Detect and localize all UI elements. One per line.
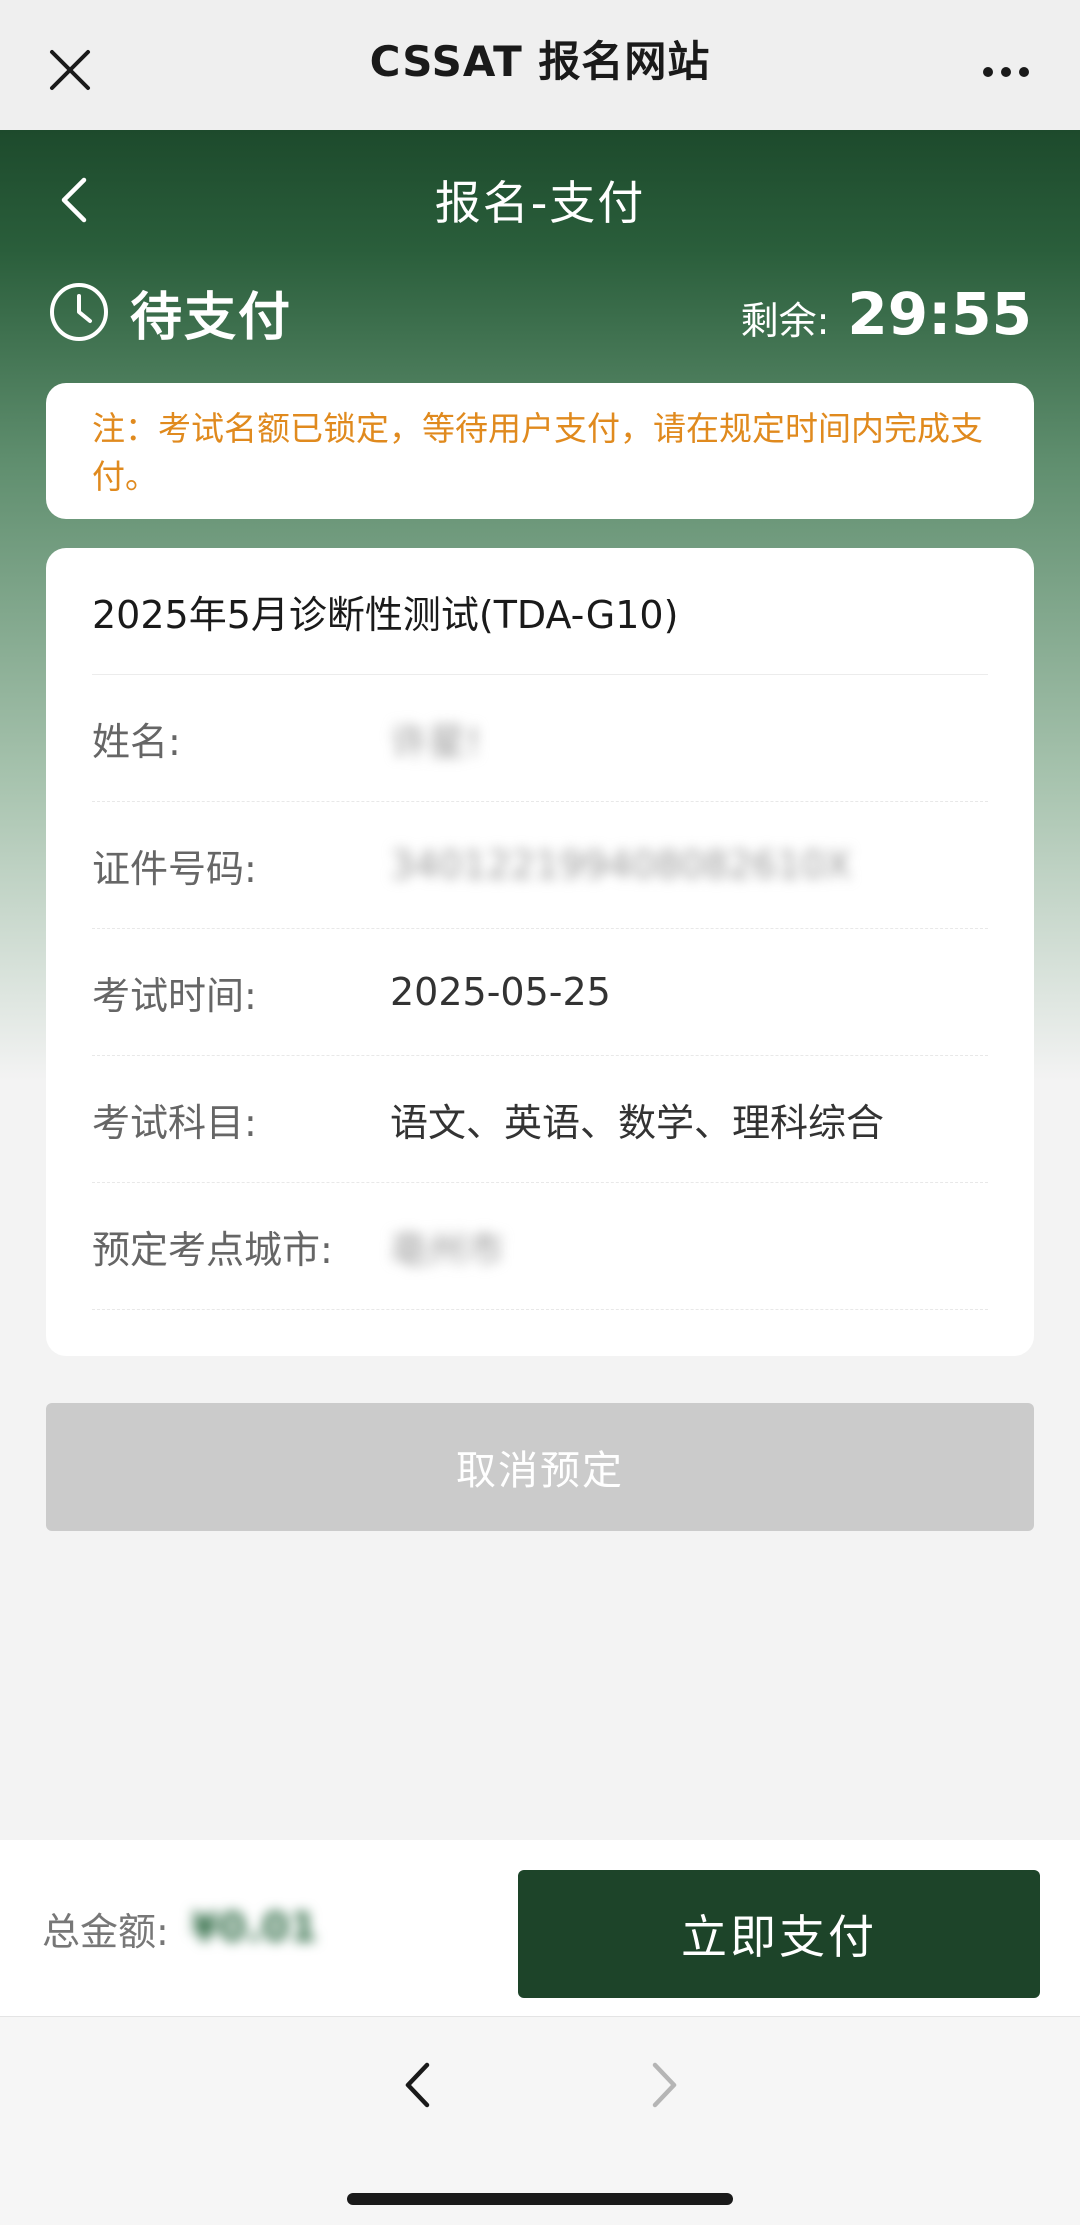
total-value: ¥0.01	[190, 1905, 318, 1951]
clock-icon	[50, 283, 108, 341]
detail-value-city: 亳州市	[390, 1227, 505, 1272]
close-icon	[50, 50, 90, 90]
payment-status: 待支付 剩余: 29:55	[48, 272, 1032, 352]
page-title: 报名-支付	[434, 176, 646, 230]
app-topbar: CSSAT 报名网站	[0, 0, 1080, 130]
exam-title: 2025年5月诊断性测试(TDA-G10)	[92, 548, 988, 675]
timer-value: 29:55	[847, 280, 1032, 348]
detail-row-id-number: 证件号码: 340122199408082610X	[92, 802, 988, 929]
detail-label: 考试时间:	[92, 973, 257, 1018]
page-header: 报名-支付	[0, 130, 1080, 270]
detail-row-exam-date: 考试时间: 2025-05-25	[92, 929, 988, 1056]
detail-label: 姓名:	[92, 719, 181, 764]
app-title: CSSAT 报名网站	[369, 36, 711, 86]
status-text: 待支付	[130, 287, 293, 348]
detail-value-name: 许星!	[390, 719, 482, 764]
detail-label: 证件号码:	[92, 846, 257, 891]
timer-label: 剩余:	[740, 299, 830, 343]
total-amount: 总金额: ¥0.01	[42, 1840, 317, 2016]
detail-value-id-number: 340122199408082610X	[390, 843, 852, 887]
detail-row-city: 预定考点城市: 亳州市	[92, 1183, 988, 1310]
browser-toolbar	[0, 2016, 1080, 2225]
chevron-left-icon	[61, 177, 87, 223]
detail-label: 预定考点城市:	[92, 1227, 333, 1272]
pay-now-button[interactable]: 立即支付	[518, 1870, 1040, 1998]
browser-forward-button[interactable]	[640, 2055, 690, 2115]
browser-back-button[interactable]	[392, 2055, 442, 2115]
detail-value-subjects: 语文、英语、数学、理科综合	[390, 1100, 885, 1145]
back-button[interactable]	[48, 172, 98, 228]
total-label: 总金额:	[42, 1909, 169, 1954]
cancel-reservation-button[interactable]: 取消预定	[46, 1403, 1034, 1531]
notice-box: 注：考试名额已锁定，等待用户支付，请在规定时间内完成支付。	[46, 383, 1034, 519]
chevron-right-icon	[652, 2062, 677, 2108]
detail-row-subjects: 考试科目: 语文、英语、数学、理科综合	[92, 1056, 988, 1183]
countdown-timer: 剩余: 29:55	[741, 272, 1032, 352]
chevron-left-icon	[405, 2062, 430, 2108]
payment-bar: 总金额: ¥0.01 立即支付	[0, 1840, 1080, 2016]
detail-label: 考试科目:	[92, 1100, 257, 1145]
exam-detail-card: 2025年5月诊断性测试(TDA-G10) 姓名: 许星! 证件号码: 3401…	[46, 548, 1034, 1356]
more-dots-icon	[983, 67, 1029, 77]
detail-value-exam-date: 2025-05-25	[390, 970, 611, 1014]
more-button[interactable]	[976, 52, 1036, 92]
close-button[interactable]	[44, 44, 96, 96]
detail-row-name: 姓名: 许星!	[92, 675, 988, 802]
home-indicator[interactable]	[347, 2193, 733, 2205]
